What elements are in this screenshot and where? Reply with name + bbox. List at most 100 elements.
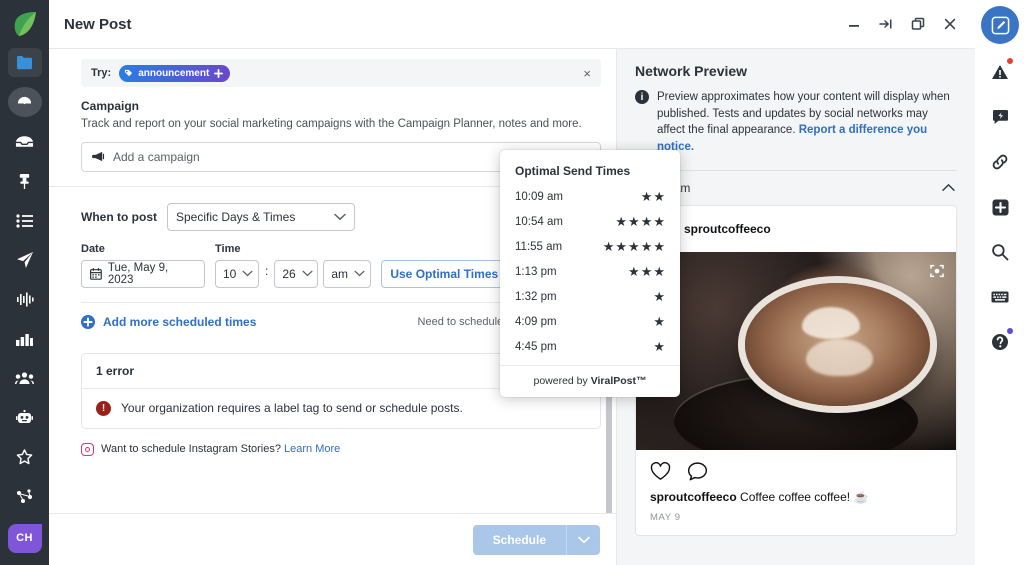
network-section-instagram[interactable]: Instagram	[635, 171, 957, 205]
star-icon: ★	[653, 289, 665, 304]
sidebar-item-listening[interactable]	[8, 285, 42, 314]
calendar-icon	[90, 267, 102, 280]
schedule-button-group: Schedule	[472, 524, 600, 555]
minute-select[interactable]: 26	[274, 259, 319, 288]
when-to-post-value: Specific Days & Times	[175, 209, 296, 224]
dismiss-try-bar-button[interactable]: ×	[583, 67, 591, 80]
optimal-time-row[interactable]: 4:09 pm ★	[500, 309, 680, 334]
feedback-icon[interactable]	[983, 100, 1017, 134]
plus-icon	[214, 68, 224, 78]
viralpost-brand: ViralPost™	[590, 375, 647, 387]
add-box-icon[interactable]	[983, 190, 1017, 224]
star-icon: ★	[640, 214, 653, 229]
caption-text: Coffee coffee coffee! ☕	[736, 489, 869, 504]
suggested-tag-announcement[interactable]: announcement	[119, 64, 231, 82]
sidebar-item-publishing[interactable]	[7, 48, 42, 78]
optimal-time-row[interactable]: 1:32 pm ★	[500, 284, 680, 309]
star-icon: ★	[653, 339, 665, 354]
schedule-button[interactable]: Schedule	[472, 524, 566, 555]
date-label: Date	[81, 242, 105, 255]
sidebar-item-dashboard[interactable]	[7, 87, 42, 117]
title-bar: New Post	[49, 0, 975, 49]
preview-disclaimer-text: Preview approximates how your content wi…	[657, 89, 957, 156]
when-to-post-select[interactable]: Specific Days & Times	[166, 202, 355, 231]
sidebar-item-reports[interactable]	[8, 324, 42, 353]
optimal-time-rating: ★	[653, 315, 665, 328]
add-more-scheduled-times-button[interactable]: Add more scheduled times	[81, 314, 256, 329]
star-icon: ★	[653, 314, 665, 329]
sidebar-item-lists[interactable]	[8, 206, 42, 235]
date-input[interactable]: Tue, May 9, 2023	[81, 259, 205, 288]
star-icon: ★	[653, 264, 665, 279]
instagram-post-caption: sproutcoffeeco Coffee coffee coffee! ☕	[636, 487, 956, 506]
schedule-options-button[interactable]	[566, 524, 600, 555]
star-icon: ★	[602, 239, 615, 254]
error-message: Your organization requires a label tag t…	[121, 401, 463, 416]
avatar[interactable]: CH	[7, 523, 42, 554]
compose-icon[interactable]	[981, 6, 1019, 44]
star-icon: ★	[628, 239, 640, 254]
error-icon: !	[96, 400, 111, 416]
optimal-time-label: 1:13 pm	[515, 265, 557, 278]
search-icon[interactable]	[983, 235, 1017, 269]
optimal-time-row[interactable]: 4:45 pm ★	[500, 334, 680, 359]
sidebar-item-bots[interactable]	[8, 403, 42, 432]
try-label: Try:	[91, 67, 112, 79]
optimal-popup-title: Optimal Send Times	[515, 164, 631, 178]
stories-prefix: Want to schedule Instagram Stories?	[101, 443, 285, 456]
collapse-right-icon[interactable]	[873, 11, 899, 37]
heart-icon[interactable]	[650, 461, 671, 481]
help-badge	[1007, 328, 1013, 334]
help-icon[interactable]	[983, 325, 1017, 359]
star-icon: ★	[640, 189, 653, 204]
sidebar-item-send[interactable]	[8, 245, 42, 274]
sidebar-item-audience[interactable]	[8, 364, 42, 393]
chevron-down-icon	[334, 213, 346, 221]
instagram-post-date: MAY 9	[650, 512, 681, 524]
plus-circle-icon	[81, 314, 95, 329]
time-label: Time	[215, 242, 241, 255]
optimal-time-row[interactable]: 10:09 am ★ ★	[500, 184, 680, 209]
left-navigation-rail: CH	[0, 0, 49, 565]
sidebar-item-favorites[interactable]	[8, 443, 42, 472]
minute-value: 26	[282, 266, 296, 281]
alert-triangle-icon[interactable]	[983, 55, 1017, 89]
sprout-leaf-logo[interactable]	[10, 10, 40, 38]
hour-select[interactable]: 10	[215, 259, 259, 288]
restore-window-icon[interactable]	[905, 11, 931, 37]
minimize-icon[interactable]	[841, 11, 867, 37]
try-suggestion-bar: Try: announcement ×	[81, 59, 601, 87]
optimal-send-times-popup: Optimal Send Times 10:09 am ★ ★ 10:54 am ★ ★ ★…	[500, 150, 680, 397]
expand-icon[interactable]	[928, 262, 946, 280]
link-icon[interactable]	[983, 145, 1017, 179]
optimal-time-row[interactable]: 10:54 am ★ ★ ★ ★	[500, 209, 680, 234]
optimal-time-rating: ★	[653, 290, 665, 303]
star-icon: ★	[640, 239, 653, 254]
optimal-time-label: 11:55 am	[515, 240, 563, 253]
chevron-up-icon	[942, 183, 955, 192]
optimal-popup-footer: powered by ViralPost™	[500, 365, 680, 397]
comment-icon[interactable]	[687, 462, 708, 481]
chevron-down-icon	[242, 270, 253, 277]
keyboard-icon[interactable]	[983, 280, 1017, 314]
stories-text: Want to schedule Instagram Stories? Lear…	[101, 443, 340, 455]
right-navigation-rail	[975, 0, 1024, 565]
caption-username: sproutcoffeeco	[650, 489, 737, 504]
sidebar-item-inbox[interactable]	[8, 127, 42, 156]
star-icon: ★	[653, 189, 665, 204]
optimal-time-label: 10:54 am	[515, 215, 563, 228]
stories-learn-more-link[interactable]: Learn More	[284, 443, 340, 455]
hour-value: 10	[223, 266, 237, 281]
optimal-time-row[interactable]: 1:13 pm ★ ★ ★	[500, 259, 680, 284]
tag-icon	[125, 69, 133, 76]
megaphone-icon	[92, 151, 105, 162]
optimal-time-row[interactable]: 11:55 am ★ ★ ★ ★ ★	[500, 234, 680, 259]
optimal-time-rating: ★	[653, 340, 665, 353]
optimal-time-label: 4:09 pm	[515, 315, 557, 328]
sidebar-item-pinned[interactable]	[8, 166, 42, 195]
meridiem-select[interactable]: am	[323, 259, 372, 288]
close-icon[interactable]	[937, 11, 963, 37]
sidebar-item-network[interactable]	[8, 482, 42, 511]
star-icon: ★	[628, 214, 640, 229]
meridiem-value: am	[331, 266, 349, 281]
